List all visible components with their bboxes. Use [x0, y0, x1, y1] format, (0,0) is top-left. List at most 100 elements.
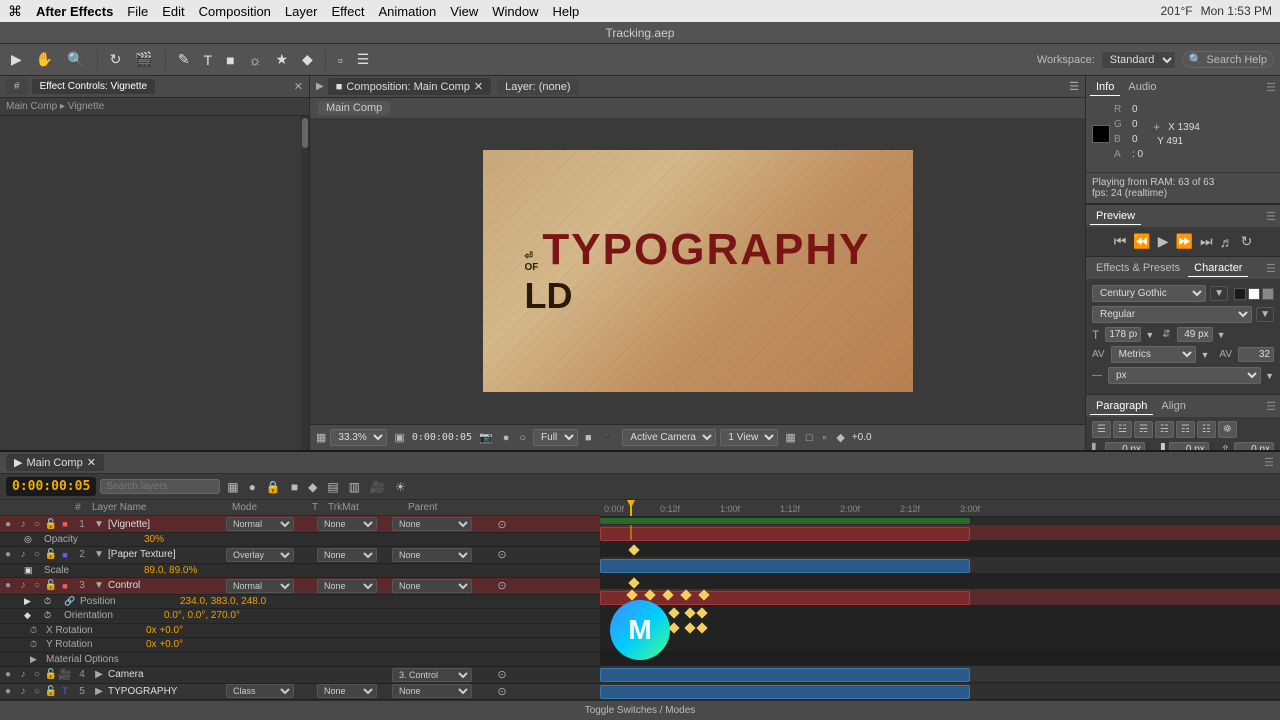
- tab-effect-controls[interactable]: Effect Controls: Vignette: [32, 79, 155, 94]
- solo-icon-2[interactable]: ○: [30, 549, 44, 560]
- timeline-tab[interactable]: ▶ Main Comp ✕: [6, 454, 104, 471]
- prev-last-frame[interactable]: ⏭: [1198, 231, 1215, 252]
- stopwatch-icon-yrot[interactable]: ⏱: [30, 639, 46, 650]
- kf-3-3[interactable]: [662, 589, 673, 600]
- viewer-matte-btn[interactable]: ○: [516, 431, 529, 445]
- scale-value[interactable]: 89.0, 89.0%: [144, 565, 197, 576]
- expand-icon-ori[interactable]: ◆: [24, 610, 44, 621]
- font-select[interactable]: Century Gothic: [1092, 285, 1206, 302]
- close-panel-icon[interactable]: ✕: [294, 80, 303, 93]
- toolbar-stamp-tool[interactable]: ★: [270, 49, 293, 70]
- visibility-icon-3[interactable]: ●: [0, 580, 16, 591]
- expand-icon-mat[interactable]: ▶: [30, 654, 46, 665]
- solo-icon-3[interactable]: ○: [30, 580, 44, 591]
- layer-mode-select-5[interactable]: Class: [226, 684, 294, 698]
- preview-panel-menu-icon[interactable]: ☰: [1266, 210, 1276, 223]
- toolbar-text-tool[interactable]: T: [199, 50, 218, 70]
- kf-pos-4b[interactable]: [696, 607, 707, 618]
- layer-expand-4[interactable]: ▶: [92, 669, 106, 680]
- viewer-guide-btn[interactable]: □: [803, 431, 816, 445]
- leading-input[interactable]: [1177, 327, 1213, 342]
- prev-first-frame[interactable]: ⏮: [1112, 231, 1129, 252]
- timeline-menu-icon[interactable]: ☰: [1264, 456, 1274, 469]
- visibility-icon-2[interactable]: ●: [0, 549, 16, 560]
- toolbar-align-tool[interactable]: ☰: [352, 49, 375, 70]
- keyframe-scale-1[interactable]: [628, 577, 639, 588]
- indent-left-input[interactable]: [1105, 442, 1145, 450]
- prev-back-frame[interactable]: ⏪: [1131, 231, 1152, 252]
- trkmat-select-2[interactable]: None: [317, 548, 377, 562]
- kf-pos-3[interactable]: [668, 607, 679, 618]
- yrotation-value[interactable]: 0x +0.0°: [146, 639, 183, 650]
- audio-icon-1[interactable]: ♪: [16, 519, 30, 530]
- viewer-render-btn[interactable]: ◾: [599, 430, 619, 445]
- layer-mode-select-1[interactable]: Normal: [226, 517, 294, 531]
- kerning-input[interactable]: [1238, 347, 1274, 362]
- toolbar-brush-tool[interactable]: ☼: [244, 50, 267, 70]
- font-menu-btn[interactable]: ▼: [1210, 286, 1228, 301]
- info-panel-menu-icon[interactable]: ☰: [1266, 81, 1276, 94]
- stopwatch-icon-pos[interactable]: ⏱: [44, 596, 64, 607]
- tl-lock-btn[interactable]: 🔒: [263, 479, 284, 495]
- unit-stepper[interactable]: ▼: [1265, 371, 1274, 381]
- visibility-icon-4[interactable]: ●: [0, 669, 16, 680]
- tab-project[interactable]: #: [6, 79, 28, 94]
- prev-audio-toggle[interactable]: ♬: [1218, 232, 1236, 252]
- layer-mode-select-3[interactable]: Normal: [226, 579, 294, 593]
- parent-select-4[interactable]: 3. Control: [392, 668, 472, 682]
- viewer-motion-btn[interactable]: ◆: [833, 430, 847, 445]
- justify-all-btn[interactable]: ☸: [1218, 421, 1237, 438]
- xrotation-value[interactable]: 0x +0.0°: [146, 625, 183, 636]
- font-style-select[interactable]: Regular: [1092, 306, 1252, 323]
- align-right-btn[interactable]: ☴: [1134, 421, 1153, 438]
- menu-layer[interactable]: Layer: [285, 4, 318, 19]
- apple-menu[interactable]: ⌘: [8, 3, 22, 20]
- trkmat-select-1[interactable]: None: [317, 517, 377, 531]
- menu-animation[interactable]: Animation: [378, 4, 436, 19]
- parent-select-1[interactable]: None: [392, 517, 472, 531]
- layer-mode-select-2[interactable]: Overlay: [226, 548, 294, 562]
- visibility-icon-5[interactable]: ●: [0, 686, 16, 697]
- layer-expand-5[interactable]: ▶: [92, 686, 106, 697]
- keyframe-1[interactable]: [628, 545, 639, 556]
- audio-icon-4[interactable]: ♪: [16, 669, 30, 680]
- viewer-color-btn[interactable]: ●: [500, 431, 513, 445]
- opacity-value[interactable]: 30%: [144, 534, 164, 545]
- toolbar-pen-tool[interactable]: ✎: [173, 49, 195, 70]
- char-panel-menu-icon[interactable]: ☰: [1266, 262, 1276, 275]
- camera-select[interactable]: Active Camera: [622, 429, 716, 446]
- tl-motion-btn[interactable]: ◆: [305, 479, 320, 495]
- stroke-swatch2[interactable]: [1262, 288, 1274, 300]
- prev-forward-frame[interactable]: ⏩: [1174, 231, 1195, 252]
- kf-3-1[interactable]: [626, 589, 637, 600]
- align-left-btn[interactable]: ☰: [1092, 421, 1111, 438]
- trkmat-select-3[interactable]: None: [317, 579, 377, 593]
- solo-icon-1[interactable]: ○: [30, 519, 44, 530]
- kf-ori-4b[interactable]: [696, 622, 707, 633]
- quality-select[interactable]: Full: [533, 429, 578, 446]
- kf-3-4[interactable]: [680, 589, 691, 600]
- para-panel-menu-icon[interactable]: ☰: [1266, 400, 1276, 413]
- indent-right-input[interactable]: [1169, 442, 1209, 450]
- stopwatch-icon-xrot[interactable]: ⏱: [30, 625, 46, 636]
- audio-icon-5[interactable]: ♪: [16, 686, 30, 697]
- time-display[interactable]: 0:00:00:05: [6, 477, 96, 496]
- zoom-select[interactable]: 33.3%: [330, 429, 387, 446]
- lock-icon-5[interactable]: 🔓: [44, 686, 58, 697]
- menu-composition[interactable]: Composition: [199, 4, 271, 19]
- menu-edit[interactable]: Edit: [162, 4, 184, 19]
- viewer-3d-btn[interactable]: ▫: [819, 431, 829, 445]
- tab-character[interactable]: Character: [1188, 260, 1248, 277]
- font-size-input[interactable]: [1105, 327, 1141, 342]
- tab-layer[interactable]: Layer: (none): [497, 79, 578, 95]
- menu-help[interactable]: Help: [552, 4, 579, 19]
- menu-file[interactable]: File: [127, 4, 148, 19]
- fill-swatch[interactable]: [1234, 288, 1246, 300]
- viewer-snapshot-btn[interactable]: 📷: [476, 430, 496, 445]
- tracking-type-select[interactable]: Metrics: [1111, 346, 1197, 363]
- tab-composition[interactable]: ■ Composition: Main Comp ✕: [328, 78, 491, 95]
- layer-expand-1[interactable]: ▼: [92, 519, 106, 530]
- toolbar-puppet-tool[interactable]: ◆: [297, 49, 318, 70]
- toolbar-shape-tool[interactable]: ■: [221, 50, 239, 70]
- kf-3-2[interactable]: [644, 589, 655, 600]
